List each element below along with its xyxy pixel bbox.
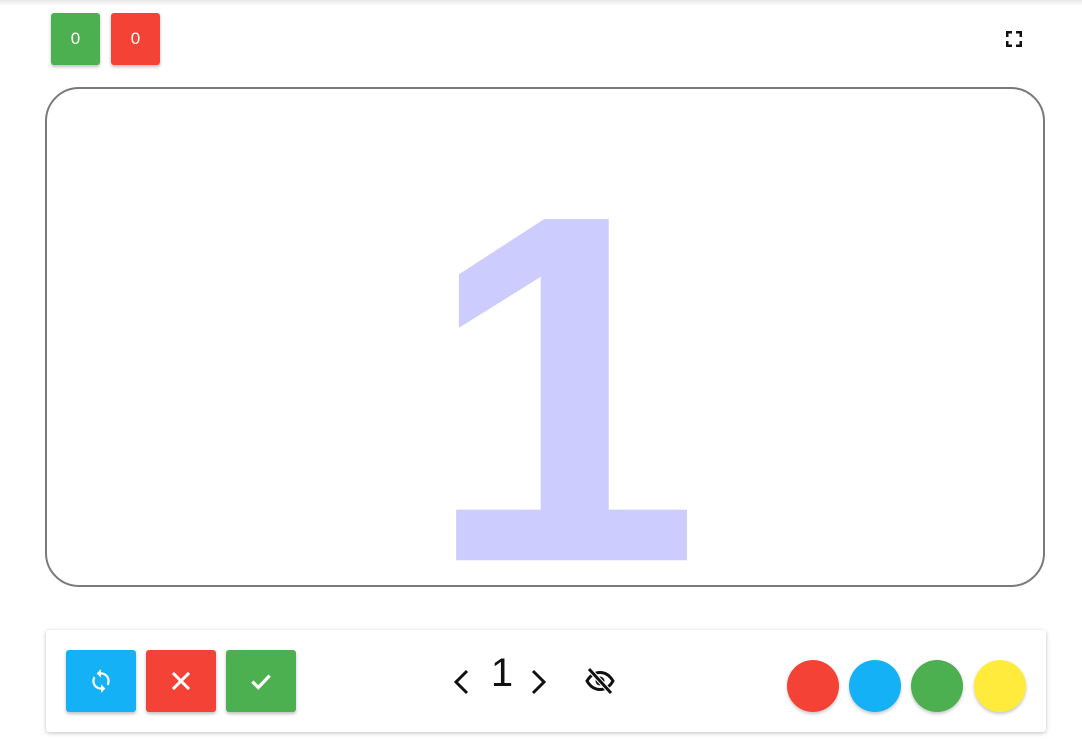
previous-button[interactable] xyxy=(449,666,473,698)
toggle-visibility-button[interactable] xyxy=(584,666,616,696)
eye-off-icon xyxy=(585,667,615,695)
correct-score-badge[interactable]: 0 xyxy=(51,13,100,65)
reset-button[interactable] xyxy=(66,650,136,712)
chevron-left-icon xyxy=(453,669,469,695)
fullscreen-icon xyxy=(1006,31,1022,47)
wrong-score-badge[interactable]: 0 xyxy=(111,13,160,65)
mark-correct-button[interactable] xyxy=(226,650,296,712)
top-bar-shadow xyxy=(0,0,1082,6)
flashcard[interactable]: 1 xyxy=(45,87,1045,587)
card-number-display: 1 xyxy=(425,112,701,585)
chevron-right-icon xyxy=(531,669,547,695)
fullscreen-button[interactable] xyxy=(1002,27,1026,51)
color-green-button[interactable] xyxy=(911,660,963,712)
color-yellow-button[interactable] xyxy=(974,660,1026,712)
card-number: 1 xyxy=(425,112,701,585)
refresh-icon xyxy=(92,669,110,693)
color-red-button[interactable] xyxy=(787,660,839,712)
mark-wrong-button[interactable] xyxy=(146,650,216,712)
close-icon xyxy=(171,671,191,691)
check-icon xyxy=(251,674,271,690)
current-number: 1 xyxy=(490,651,514,695)
color-blue-button[interactable] xyxy=(849,660,901,712)
next-button[interactable] xyxy=(527,666,551,698)
bottom-toolbar: 1 xyxy=(46,630,1046,732)
